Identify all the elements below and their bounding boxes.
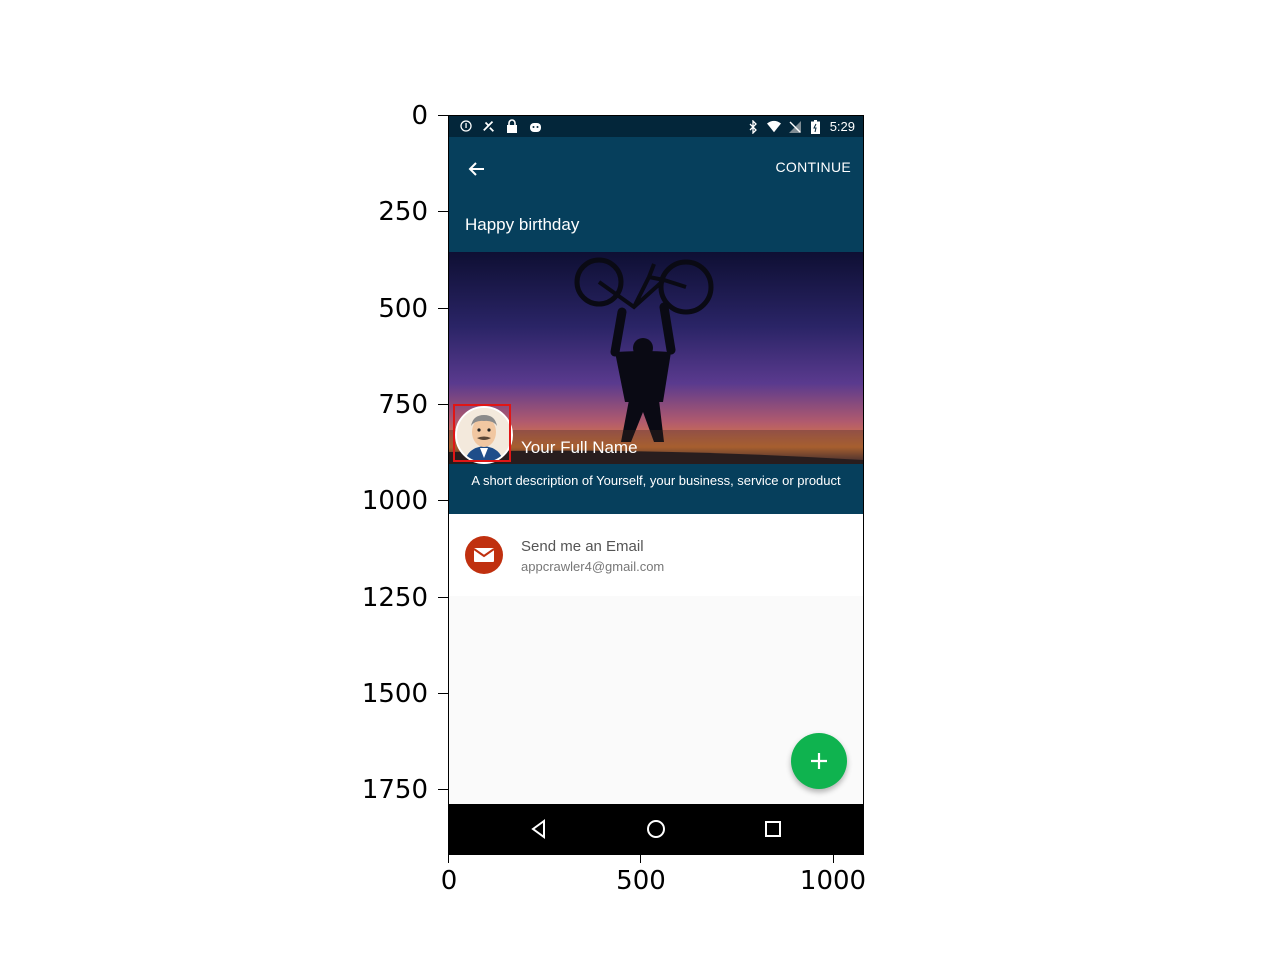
y-tick-label: 750 bbox=[378, 390, 428, 420]
battery-icon bbox=[809, 119, 823, 134]
info-icon bbox=[459, 119, 473, 133]
status-right-icons: 5:29 bbox=[746, 119, 855, 134]
continue-button[interactable]: CONTINUE bbox=[775, 159, 851, 175]
app-bar: CONTINUE Happy birthday bbox=[449, 137, 863, 252]
y-tick bbox=[438, 404, 448, 405]
x-tick bbox=[833, 855, 834, 863]
phone-screen: 5:29 CONTINUE Happy birthday Your Full N… bbox=[449, 116, 863, 854]
y-tick bbox=[438, 308, 448, 309]
android-icon bbox=[528, 119, 542, 133]
x-tick-label: 1000 bbox=[799, 866, 867, 896]
profile-name: Your Full Name bbox=[521, 438, 638, 457]
back-button[interactable] bbox=[463, 155, 491, 183]
avatar-highlight bbox=[453, 404, 511, 462]
page-title: Happy birthday bbox=[465, 215, 580, 234]
navigation-bar bbox=[449, 804, 863, 854]
y-tick bbox=[438, 597, 448, 598]
y-tick-label: 1250 bbox=[361, 583, 428, 613]
arrow-back-icon bbox=[468, 162, 484, 176]
circle-home-icon bbox=[647, 820, 665, 838]
y-tick bbox=[438, 693, 448, 694]
x-tick bbox=[448, 855, 449, 863]
wifi-icon bbox=[766, 120, 781, 134]
description-band: A short description of Yourself, your bu… bbox=[449, 464, 863, 514]
status-left-icons bbox=[459, 119, 542, 133]
y-tick-label: 1750 bbox=[361, 775, 428, 805]
satellite-icon bbox=[482, 119, 496, 133]
y-tick bbox=[438, 115, 448, 116]
triangle-back-icon bbox=[531, 819, 545, 839]
email-contact-row[interactable]: Send me an Email appcrawler4@gmail.com bbox=[449, 514, 863, 596]
nav-back-button[interactable] bbox=[527, 817, 551, 841]
bluetooth-icon bbox=[746, 119, 760, 134]
x-tick-label: 0 bbox=[440, 866, 458, 896]
square-recents-icon bbox=[765, 821, 781, 837]
y-tick bbox=[438, 211, 448, 212]
y-tick-label: 250 bbox=[378, 197, 428, 227]
lock-icon bbox=[505, 119, 519, 133]
add-button[interactable] bbox=[791, 733, 847, 789]
y-tick bbox=[438, 500, 448, 501]
no-signal-icon bbox=[788, 120, 802, 134]
plus-icon bbox=[811, 753, 827, 769]
profile-description: A short description of Yourself, your bu… bbox=[471, 473, 841, 488]
y-tick-label: 500 bbox=[378, 294, 428, 324]
nav-home-button[interactable] bbox=[644, 817, 668, 841]
y-tick-label: 1000 bbox=[361, 486, 428, 516]
email-address: appcrawler4@gmail.com bbox=[521, 559, 665, 574]
nav-recents-button[interactable] bbox=[761, 817, 785, 841]
status-bar: 5:29 bbox=[449, 116, 863, 137]
x-tick-label: 500 bbox=[616, 866, 666, 896]
y-tick-label: 0 bbox=[411, 101, 428, 131]
mail-icon bbox=[465, 536, 503, 574]
status-time: 5:29 bbox=[829, 119, 855, 134]
y-tick bbox=[438, 789, 448, 790]
x-tick bbox=[640, 855, 641, 863]
y-tick-label: 1500 bbox=[361, 679, 428, 709]
email-title: Send me an Email bbox=[521, 538, 644, 555]
